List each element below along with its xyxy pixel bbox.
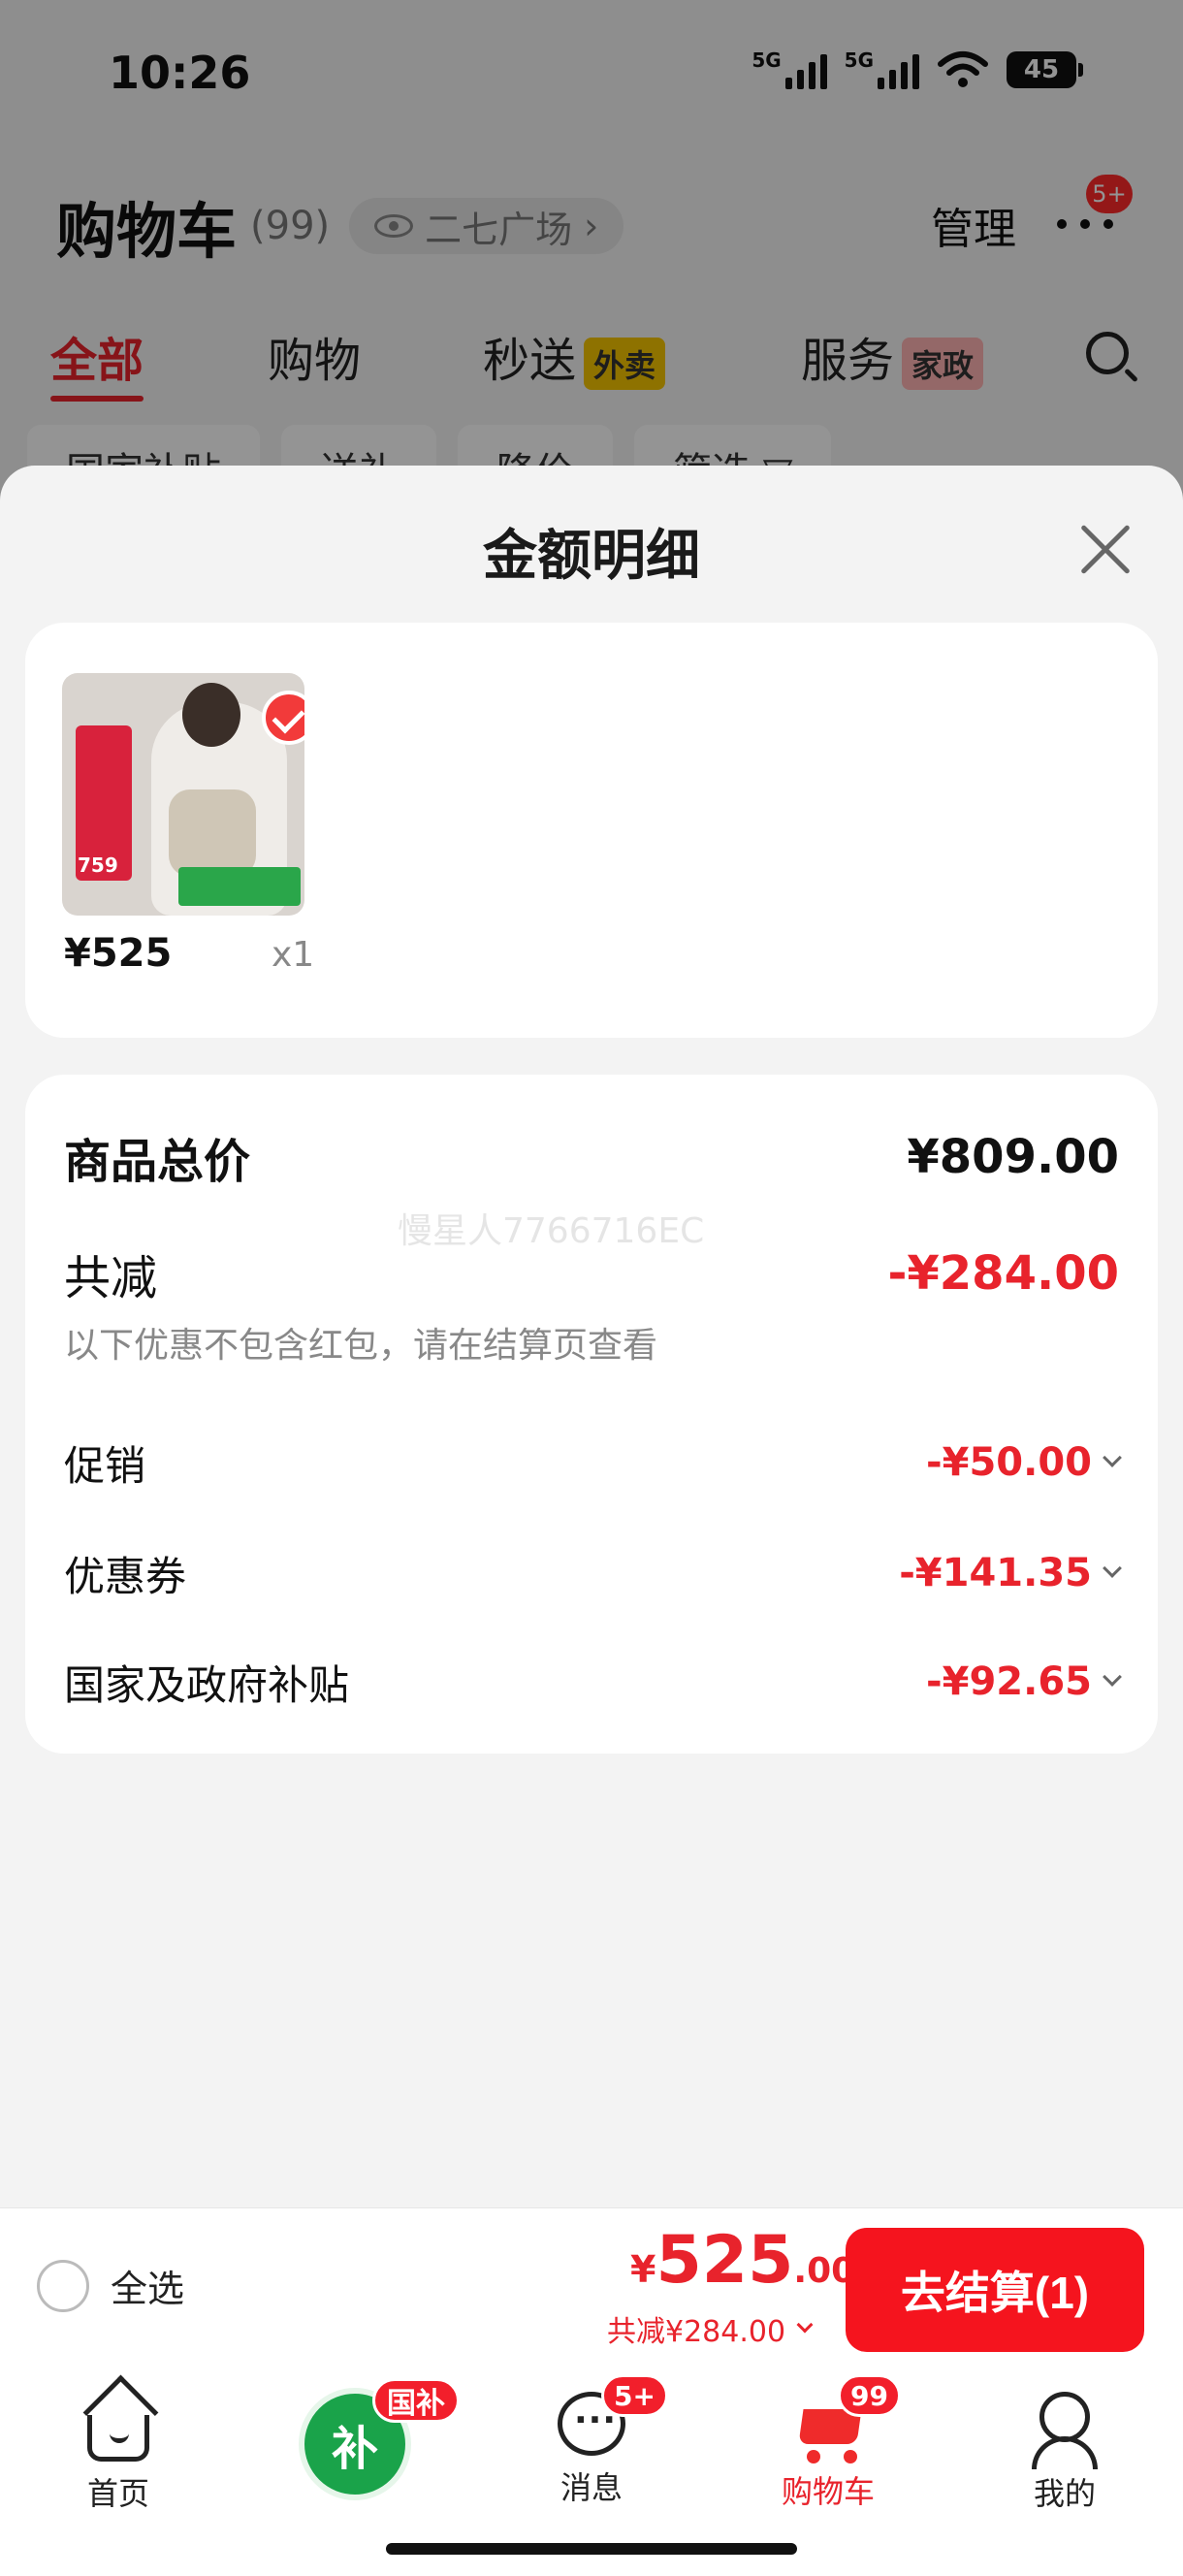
- gov-subsidy-tag: 国补: [372, 2378, 460, 2423]
- checkout-reduce[interactable]: 共减¥284.00: [607, 2307, 814, 2350]
- chevron-down-icon: [1103, 1559, 1122, 1578]
- discount-value: -¥141.35: [899, 1551, 1092, 1595]
- total-integer: 525: [655, 2222, 794, 2299]
- home-icon: [87, 2415, 149, 2462]
- nav-cart-label: 购物车: [781, 2473, 875, 2510]
- product-card: 759 ¥525 x1: [25, 623, 1158, 1038]
- discount-row-subsidy[interactable]: 国家及政府补贴 -¥92.65: [64, 1653, 1122, 1711]
- discount-amount: -¥92.65: [926, 1659, 1122, 1704]
- thumb-head: [182, 683, 240, 747]
- discount-value: -¥50.00: [926, 1440, 1092, 1485]
- total-value: ¥809.00: [907, 1130, 1119, 1184]
- discount-row-coupon[interactable]: 优惠券 -¥141.35: [64, 1544, 1122, 1602]
- nav-home[interactable]: 首页: [41, 2392, 196, 2514]
- discount-note: 以下优惠不包含红包，请在结算页查看: [64, 1326, 658, 1366]
- amount-detail-sheet: 金额明细 759 ¥525 x1 商品总价 ¥809.00 共减 -¥284.0…: [0, 466, 1183, 2211]
- select-all-label: 全选: [111, 2268, 185, 2310]
- select-all-radio[interactable]: [37, 2259, 89, 2312]
- discount-label: 促销: [64, 1441, 146, 1490]
- close-icon[interactable]: [1076, 520, 1135, 578]
- modal-overlay[interactable]: [0, 0, 1183, 504]
- chevron-down-icon: [1103, 1448, 1122, 1467]
- nav-messages-label: 消息: [560, 2469, 623, 2506]
- nav-me-label: 我的: [1033, 2475, 1096, 2512]
- select-all[interactable]: 全选: [37, 2259, 184, 2312]
- discount-label: 优惠券: [64, 1552, 187, 1600]
- nav-me[interactable]: 我的: [987, 2392, 1142, 2514]
- sheet-title: 金额明细: [483, 525, 700, 588]
- discount-row-promotion[interactable]: 促销 -¥50.00: [64, 1433, 1122, 1492]
- total-row: 商品总价 ¥809.00: [64, 1123, 1119, 1191]
- product-quantity: x1: [272, 935, 315, 975]
- chevron-down-icon: [1103, 1667, 1122, 1687]
- home-indicator: [386, 2543, 797, 2555]
- discount-label: 国家及政府补贴: [64, 1660, 350, 1709]
- cart-badge: 99: [838, 2374, 901, 2417]
- thumb-subsidy-banner: [178, 867, 301, 906]
- checkout-button[interactable]: 去结算(1): [846, 2228, 1144, 2352]
- total-label: 商品总价: [64, 1135, 251, 1189]
- nav-home-label: 首页: [86, 2475, 149, 2512]
- thumb-carrier: [169, 789, 256, 877]
- user-icon: [1030, 2392, 1100, 2469]
- product-price: ¥525: [64, 931, 173, 976]
- chevron-down-icon: [796, 2316, 814, 2334]
- watermark: 慢星人7766716EC: [398, 1211, 705, 1251]
- thumb-price: 759: [78, 853, 118, 877]
- checkout-total: ¥ 525 .00: [630, 2222, 855, 2299]
- product-thumbnail[interactable]: 759: [62, 673, 304, 916]
- currency-symbol: ¥: [630, 2248, 656, 2291]
- gov-subsidy-icon-text: 补: [331, 2422, 378, 2476]
- checkout-bar: 全选 ¥ 525 .00 共减¥284.00 去结算(1): [0, 2207, 1183, 2367]
- reduce-value: -¥284.00: [887, 1246, 1119, 1301]
- price-summary-card: 商品总价 ¥809.00 共减 -¥284.00 以下优惠不包含红包，请在结算页…: [25, 1075, 1158, 1754]
- messages-badge: 5+: [601, 2374, 668, 2417]
- discount-value: -¥92.65: [926, 1659, 1092, 1704]
- discount-amount: -¥50.00: [926, 1440, 1122, 1485]
- checkout-reduce-text: 共减¥284.00: [607, 2315, 786, 2349]
- discount-amount: -¥141.35: [899, 1551, 1122, 1595]
- reduce-label: 共减: [64, 1251, 158, 1305]
